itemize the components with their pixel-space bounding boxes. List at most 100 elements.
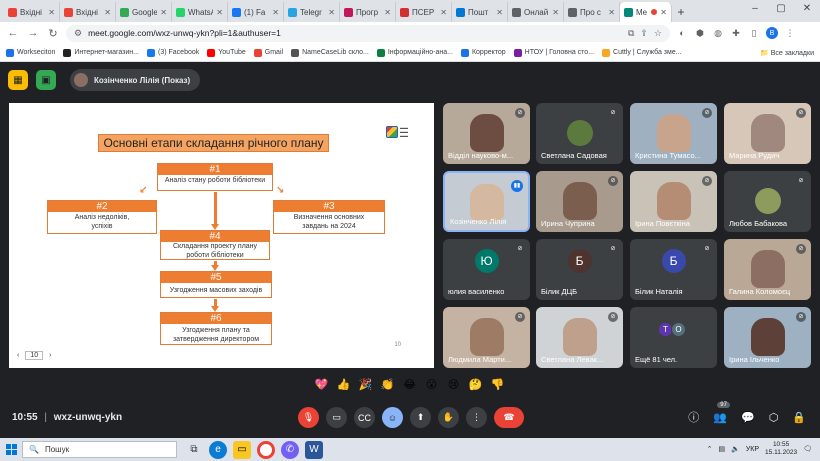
participant-tile[interactable]: Козінченко Лілія ▮▮ [443, 171, 530, 232]
browser-tab[interactable]: Онлай ✕ [508, 2, 564, 22]
next-slide-icon[interactable]: › [49, 352, 51, 359]
bookmark-item[interactable]: Корректор [460, 48, 506, 57]
edge-icon[interactable]: e [209, 440, 227, 459]
mic-off-button[interactable]: 🎙 [298, 407, 319, 428]
reaction-emoji[interactable]: 👍 [336, 378, 351, 393]
close-tab-icon[interactable]: ✕ [440, 8, 447, 17]
maximize-icon[interactable]: ▢ [768, 0, 794, 20]
viber-icon[interactable]: ✆ [281, 440, 299, 459]
bookmark-item[interactable]: Workseciton [6, 48, 55, 57]
clock[interactable]: 10:55 15.11.2023 [765, 441, 797, 457]
task-view-icon[interactable]: ⧉ [185, 441, 203, 459]
install-icon[interactable]: ⧉ [628, 28, 634, 39]
browser-tab[interactable]: Пошт ✕ [452, 2, 508, 22]
close-tab-icon[interactable]: ✕ [328, 8, 335, 17]
presenter-pill[interactable]: Козінченко Лілія (Показ) [70, 69, 201, 91]
participant-tile[interactable]: Кристина Тумасо... ⊘ [630, 103, 717, 164]
profile-avatar[interactable]: B [766, 27, 778, 39]
bookmark-item[interactable]: NameCaseLib склo... [291, 48, 369, 57]
reload-icon[interactable]: ↻ [46, 27, 60, 40]
participant-tile[interactable]: Ирина Чуприна ⊘ [536, 171, 623, 232]
participant-tile[interactable]: Ірина Повєткіна ⊘ [630, 171, 717, 232]
reactions-button[interactable]: ☺ [382, 407, 403, 428]
all-bookmarks[interactable]: 📁 Все закладки [760, 49, 814, 57]
leave-call-button[interactable]: ☎ [494, 407, 524, 428]
reaction-emoji[interactable]: 💖 [314, 378, 329, 393]
browser-tab[interactable]: Me ✕ [620, 2, 672, 22]
browser-tab[interactable]: Google ✕ [116, 2, 172, 22]
extension-icon[interactable]: ◍ [712, 28, 724, 39]
network-icon[interactable]: ▤ [719, 445, 726, 453]
browser-tab[interactable]: ПСЕР ✕ [396, 2, 452, 22]
url-text[interactable]: meet.google.com/wxz-unwq-ykn?pli=1&authu… [88, 28, 622, 38]
close-tab-icon[interactable]: ✕ [48, 8, 55, 17]
browser-tab[interactable]: Про с ✕ [564, 2, 620, 22]
browser-tab[interactable]: Вхідні ✕ [4, 2, 60, 22]
participant-tile[interactable]: Б Білик ДЦБ ⊘ [536, 239, 623, 300]
puzzle-icon[interactable]: ✚ [730, 28, 742, 39]
captions-button[interactable]: CC [354, 407, 375, 428]
raise-hand-button[interactable]: ✋ [438, 407, 459, 428]
info-icon[interactable]: ⓘ [688, 409, 699, 425]
back-icon[interactable]: ← [6, 27, 20, 39]
participant-tile[interactable]: Галина Коломоєц ⊘ [724, 239, 811, 300]
reaction-emoji[interactable]: 🎉 [358, 378, 373, 393]
bookmark-item[interactable]: НТОУ | Головна сто... [513, 48, 594, 57]
present-button[interactable]: ⬆ [410, 407, 431, 428]
close-tab-icon[interactable]: ✕ [552, 8, 559, 17]
participant-tile[interactable]: Відділ науково-м... ⊘ [443, 103, 530, 164]
close-tab-icon[interactable]: ✕ [216, 8, 223, 17]
bookmark-item[interactable]: (3) Facebook [147, 48, 199, 57]
camera-button[interactable]: ▭ [326, 407, 347, 428]
reaction-emoji[interactable]: 👏 [380, 378, 395, 393]
taskbar-search[interactable]: 🔍 Пошук [22, 441, 177, 458]
participant-tile[interactable]: Т О Ещё 81 чел. [630, 307, 717, 368]
reaction-emoji[interactable]: 🤔 [468, 378, 483, 393]
reaction-emoji[interactable]: 😮 [424, 378, 439, 393]
screen-share-icon[interactable]: ▣ [36, 70, 56, 90]
participant-tile[interactable]: Людмила Марти... ⊘ [443, 307, 530, 368]
site-info-icon[interactable]: ⚙ [74, 28, 82, 39]
minimize-icon[interactable]: – [742, 0, 768, 20]
start-button[interactable] [0, 438, 22, 461]
browser-tab[interactable]: Telegr ✕ [284, 2, 340, 22]
close-tab-icon[interactable]: ✕ [384, 8, 391, 17]
reaction-emoji[interactable]: 😂 [402, 378, 417, 393]
extension-icon[interactable]: ◐ [676, 28, 688, 38]
participant-tile[interactable]: Б Білик Наталія ⊘ [630, 239, 717, 300]
participant-tile[interactable]: Любов Бабакова ⊘ [724, 171, 811, 232]
close-tab-icon[interactable]: ✕ [608, 8, 615, 17]
bookmark-item[interactable]: Gmail [253, 48, 283, 57]
notifications-icon[interactable]: 🗨 [803, 445, 812, 453]
participant-tile[interactable]: Ююлия василенко ⊘ [443, 239, 530, 300]
bookmark-star-icon[interactable]: ☆ [654, 28, 662, 39]
participant-tile[interactable]: Ірина Ільченко ⊘ [724, 307, 811, 368]
chat-icon[interactable]: 💬 [741, 411, 755, 424]
host-controls-icon[interactable]: 🔒 [792, 411, 806, 424]
address-bar[interactable]: ⚙ meet.google.com/wxz-unwq-ykn?pli=1&aut… [66, 24, 670, 42]
bookmark-item[interactable]: YouTube [207, 48, 246, 57]
chevron-up-icon[interactable]: ⌃ [707, 445, 713, 453]
word-icon[interactable]: W [305, 440, 323, 459]
close-window-icon[interactable]: ✕ [794, 0, 820, 20]
more-options-button[interactable]: ⋮ [466, 407, 487, 428]
people-button[interactable]: 👥 97 [713, 401, 730, 424]
language-indicator[interactable]: УКР [746, 446, 759, 453]
presentation-icon[interactable]: ▦ [8, 70, 28, 90]
bookmark-item[interactable]: Cuttly | Служба зме... [602, 48, 682, 57]
bookmark-item[interactable]: Интернет-магазин... [63, 48, 139, 57]
extension-icon[interactable]: ⬢ [694, 28, 706, 39]
browser-tab[interactable]: WhatsApp✕ [172, 2, 228, 22]
new-tab-button[interactable]: + [672, 2, 690, 22]
slide-page-input[interactable]: 10 [25, 351, 44, 360]
close-tab-icon[interactable]: ✕ [496, 8, 503, 17]
menu-icon[interactable]: ⋮ [784, 28, 796, 39]
participant-tile[interactable]: Светлана Садовая ⊘ [536, 103, 623, 164]
close-tab-icon[interactable]: ✕ [660, 8, 667, 17]
reaction-emoji[interactable]: 😢 [446, 378, 461, 393]
bookmark-item[interactable]: Інформаційно-ана... [376, 48, 453, 57]
browser-tab[interactable]: Прогр ✕ [340, 2, 396, 22]
file-explorer-icon[interactable]: ▭ [233, 440, 251, 459]
reaction-emoji[interactable]: 👎 [490, 378, 505, 393]
volume-icon[interactable]: 🔈 [731, 445, 740, 453]
